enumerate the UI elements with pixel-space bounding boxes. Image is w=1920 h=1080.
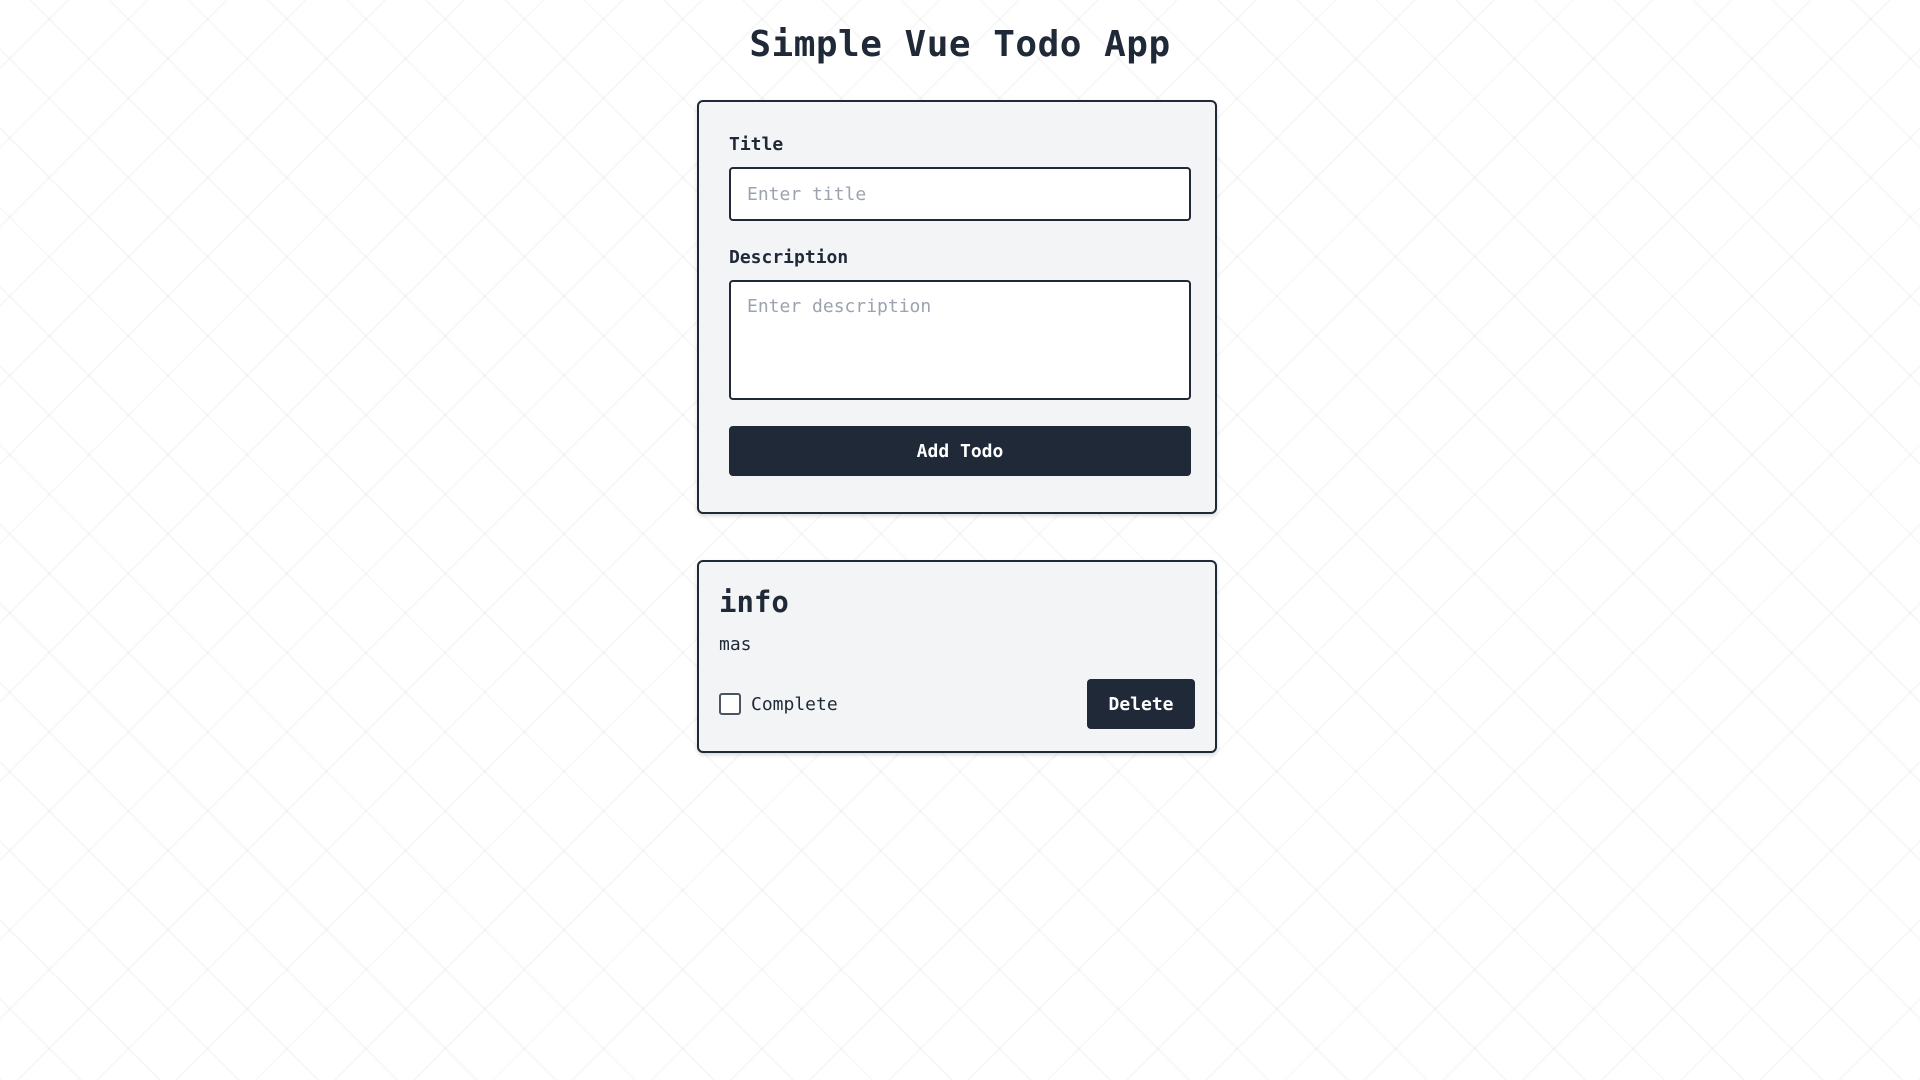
todo-form: Title Description Add Todo bbox=[697, 100, 1217, 514]
page-title: Simple Vue Todo App bbox=[749, 24, 1171, 65]
complete-label: Complete bbox=[751, 693, 838, 715]
title-input[interactable] bbox=[729, 167, 1191, 221]
todo-actions: Complete Delete bbox=[719, 679, 1195, 729]
todo-item: info mas Complete Delete bbox=[697, 560, 1217, 753]
description-input[interactable] bbox=[729, 280, 1191, 400]
description-label: Description bbox=[729, 247, 849, 268]
title-label: Title bbox=[729, 134, 784, 155]
delete-button[interactable]: Delete bbox=[1087, 679, 1195, 729]
add-todo-button[interactable]: Add Todo bbox=[729, 426, 1191, 476]
complete-checkbox[interactable] bbox=[719, 693, 741, 715]
complete-toggle[interactable]: Complete bbox=[719, 693, 838, 715]
todo-title: info bbox=[719, 585, 789, 619]
todo-description: mas bbox=[719, 634, 752, 655]
